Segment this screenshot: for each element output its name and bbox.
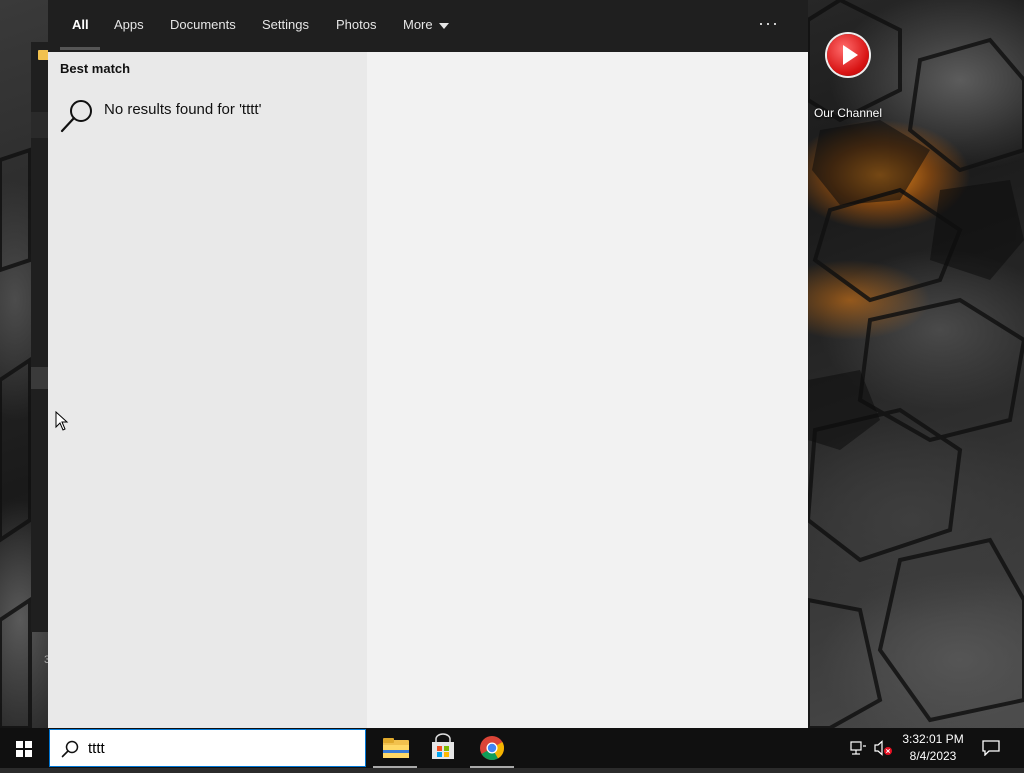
results-list: Best match No results found for 'tttt' <box>48 52 367 728</box>
search-query-text: tttt <box>88 740 105 757</box>
search-icon <box>61 740 79 758</box>
tab-more-label: More <box>403 17 433 32</box>
chevron-down-icon <box>438 22 449 29</box>
clock-date: 8/4/2023 <box>909 749 957 763</box>
start-button[interactable] <box>0 728 48 768</box>
active-tab-indicator <box>60 47 100 50</box>
more-options-button[interactable]: ··· <box>758 0 779 50</box>
chrome-icon <box>480 736 505 761</box>
tab-more[interactable]: More <box>403 0 449 50</box>
tab-photos[interactable]: Photos <box>336 0 376 50</box>
network-icon[interactable] <box>849 740 867 756</box>
taskbar-search-input[interactable]: tttt <box>49 729 366 767</box>
search-panel: All Apps Documents Settings Photos More … <box>48 0 808 728</box>
file-explorer-icon <box>383 738 409 758</box>
windows-logo-icon <box>16 741 32 757</box>
search-icon <box>60 100 92 133</box>
tab-all[interactable]: All <box>72 0 89 50</box>
play-icon <box>827 34 869 76</box>
system-clock[interactable]: 3:32:01 PM 8/4/2023 <box>898 731 968 765</box>
desktop-shortcut-our-channel[interactable]: Our Channel <box>808 30 888 130</box>
taskbar-google-chrome[interactable] <box>468 728 516 768</box>
taskbar: tttt 3:32:01 PM 8/4/2023 <box>0 728 1024 768</box>
tab-documents[interactable]: Documents <box>170 0 236 50</box>
clock-time: 3:32:01 PM <box>902 732 964 746</box>
tab-apps[interactable]: Apps <box>114 0 144 50</box>
shortcut-label: Our Channel <box>813 106 883 120</box>
no-results-text: No results found for 'tttt' <box>104 101 262 118</box>
volume-muted-icon[interactable] <box>873 740 893 756</box>
best-match-heading: Best match <box>60 61 131 76</box>
no-results-row: No results found for 'tttt' <box>48 92 367 138</box>
tab-settings[interactable]: Settings <box>262 0 309 50</box>
store-bag-icon <box>432 733 454 759</box>
action-center-icon[interactable] <box>982 740 1000 756</box>
search-filter-bar: All Apps Documents Settings Photos More … <box>48 0 808 52</box>
taskbar-microsoft-store[interactable] <box>419 728 467 768</box>
taskbar-file-explorer[interactable] <box>371 728 419 768</box>
result-preview-pane <box>367 52 808 728</box>
mouse-cursor <box>55 411 69 431</box>
